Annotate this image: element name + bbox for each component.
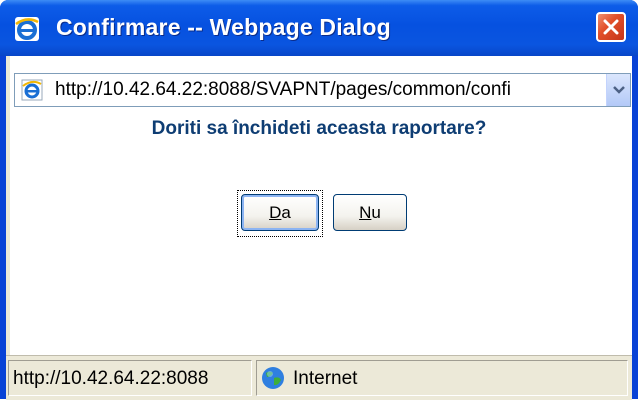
window-title: Confirmare -- Webpage Dialog [56, 14, 391, 40]
title-bar[interactable]: Confirmare -- Webpage Dialog [0, 0, 638, 56]
close-button[interactable] [596, 12, 626, 42]
status-bar: http://10.42.64.22:8088 Internet [6, 355, 632, 400]
status-zone-pane[interactable]: Internet [256, 360, 628, 396]
ie-page-icon [21, 79, 43, 101]
status-url: http://10.42.64.22:8088 [13, 368, 209, 389]
address-dropdown-button[interactable] [606, 74, 630, 106]
confirm-message: Doriti sa închideti aceasta raportare? [151, 118, 487, 139]
status-zone-label: Internet [293, 368, 358, 389]
address-bar[interactable]: http://10.42.64.22:8088/SVAPNT/pages/com… [14, 73, 631, 107]
status-url-pane: http://10.42.64.22:8088 [8, 360, 252, 396]
no-button-label: u [371, 203, 381, 222]
yes-button-label: a [281, 203, 291, 222]
address-url: http://10.42.64.22:8088/SVAPNT/pages/com… [55, 79, 511, 100]
dialog-window: Confirmare -- Webpage Dialog http://10.4… [0, 0, 638, 400]
no-button[interactable]: Nu [333, 194, 407, 231]
globe-icon [262, 367, 284, 389]
yes-button-hotkey: D [269, 203, 282, 222]
no-button-hotkey: N [359, 203, 372, 222]
ie-icon [15, 17, 39, 41]
close-icon [603, 19, 619, 35]
yes-button[interactable]: Da [241, 194, 319, 231]
chevron-down-icon [613, 86, 625, 94]
